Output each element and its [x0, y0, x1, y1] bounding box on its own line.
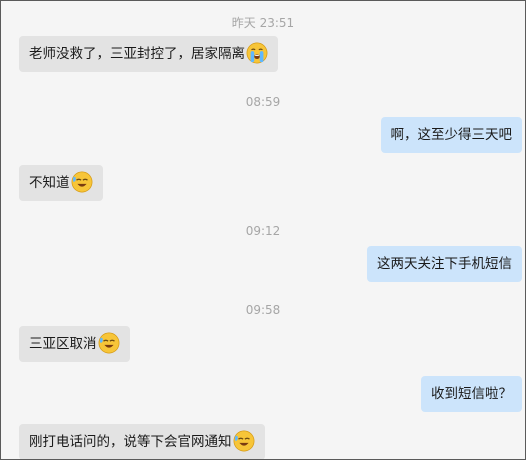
- outgoing-message[interactable]: 啊，这至少得三天吧: [380, 117, 522, 153]
- timestamp: 09:12: [245, 224, 281, 238]
- outgoing-message[interactable]: 收到短信啦？: [421, 376, 522, 412]
- sweating-face-icon: [71, 171, 92, 193]
- message-text: 三亚区取消: [29, 336, 97, 352]
- message-text: 这两天关注下手机短信: [377, 256, 512, 272]
- message-text: 老师没救了，三亚封控了，居家隔离: [29, 46, 245, 62]
- timestamp: 08:59: [245, 95, 281, 109]
- chat-window: 昨天 23:51 老师没救了，三亚封控了，居家隔离 08:59 啊，这至少得三天…: [0, 0, 526, 460]
- timestamp: 09:58: [245, 303, 281, 317]
- incoming-message[interactable]: 不知道: [19, 165, 103, 201]
- sweating-face-icon: [233, 430, 254, 452]
- message-text: 刚打电话问的，说等下会官网通知: [29, 434, 232, 450]
- incoming-message[interactable]: 老师没救了，三亚封控了，居家隔离: [19, 36, 278, 72]
- timestamp: 昨天 23:51: [231, 16, 295, 30]
- incoming-message[interactable]: 刚打电话问的，说等下会官网通知: [19, 424, 265, 459]
- message-text: 收到短信啦？: [431, 386, 512, 402]
- loudly-crying-face-icon: [246, 42, 268, 64]
- sweating-face-icon: [98, 332, 119, 354]
- outgoing-message[interactable]: 这两天关注下手机短信: [367, 246, 522, 282]
- message-text: 不知道: [29, 175, 70, 191]
- message-text: 啊，这至少得三天吧: [390, 127, 513, 143]
- incoming-message[interactable]: 三亚区取消: [19, 326, 130, 362]
